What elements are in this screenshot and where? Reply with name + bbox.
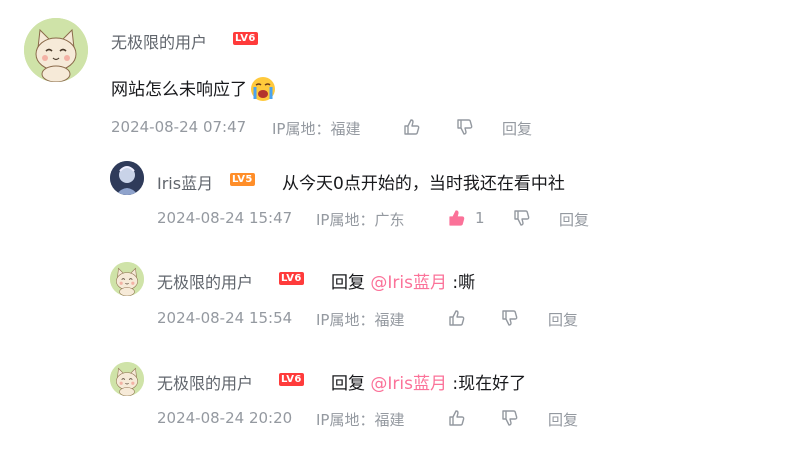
reply-button[interactable]: 回复 bbox=[502, 118, 532, 139]
username[interactable]: Iris蓝月 bbox=[157, 170, 213, 194]
reply-button[interactable]: 回复 bbox=[548, 409, 578, 430]
avatar[interactable] bbox=[24, 18, 88, 82]
dislike-icon[interactable] bbox=[500, 408, 520, 428]
reply-text: 从今天0点开始的，当时我还在看中社 bbox=[282, 174, 565, 194]
comment-time: 2024-08-24 07:47 bbox=[111, 118, 247, 136]
ip-location: IP属地：福建 bbox=[272, 120, 361, 138]
dislike-icon[interactable] bbox=[455, 117, 475, 137]
avatar[interactable] bbox=[110, 262, 144, 296]
like-icon[interactable] bbox=[447, 308, 467, 328]
ip-location: IP属地：福建 bbox=[316, 311, 405, 329]
avatar[interactable] bbox=[110, 161, 144, 195]
reply-time: 2024-08-24 15:47 bbox=[157, 209, 293, 227]
ip-location: IP属地：福建 bbox=[316, 411, 405, 429]
like-icon[interactable] bbox=[447, 408, 467, 428]
level-badge: LV6 bbox=[279, 272, 304, 285]
crying-face-emoji bbox=[249, 75, 277, 103]
like-icon[interactable] bbox=[402, 117, 422, 137]
reply-text: 回复 @Iris蓝月 :现在好了 bbox=[331, 374, 527, 394]
reply-button[interactable]: 回复 bbox=[548, 309, 578, 330]
reply-time: 2024-08-24 15:54 bbox=[157, 309, 293, 327]
avatar[interactable] bbox=[110, 362, 144, 396]
comment-text: 网站怎么未响应了 bbox=[111, 75, 277, 103]
reply-text: 回复 @Iris蓝月 :嘶 bbox=[331, 273, 476, 293]
level-badge: LV5 bbox=[230, 173, 255, 186]
username[interactable]: 无极限的用户 bbox=[111, 29, 207, 53]
level-badge: LV6 bbox=[233, 32, 258, 45]
mention-link[interactable]: @Iris蓝月 bbox=[370, 273, 447, 293]
username[interactable]: 无极限的用户 bbox=[157, 269, 253, 293]
dislike-icon[interactable] bbox=[512, 208, 532, 228]
dislike-icon[interactable] bbox=[500, 308, 520, 328]
like-icon[interactable] bbox=[447, 208, 467, 228]
level-badge: LV6 bbox=[279, 373, 304, 386]
username[interactable]: 无极限的用户 bbox=[157, 370, 253, 394]
reply-time: 2024-08-24 20:20 bbox=[157, 409, 293, 427]
ip-location: IP属地：广东 bbox=[316, 211, 405, 229]
like-count: 1 bbox=[475, 209, 485, 227]
reply-button[interactable]: 回复 bbox=[559, 209, 589, 230]
mention-link[interactable]: @Iris蓝月 bbox=[370, 374, 447, 394]
